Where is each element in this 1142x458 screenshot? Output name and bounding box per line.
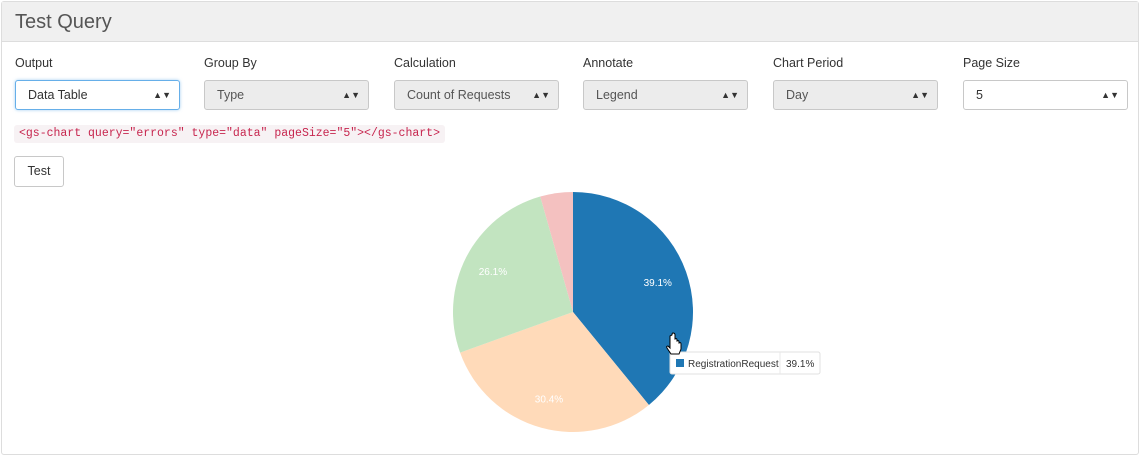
pie-slice-label-1: 30.4% (535, 395, 563, 406)
pie-chart: 39.1% 30.4% 26.1% RegistrationRequest 39.1… (453, 192, 821, 433)
tooltip-series-name: RegistrationRequest (688, 359, 779, 370)
tooltip-swatch (676, 359, 684, 367)
pie-slice-label-2: 26.1% (479, 267, 507, 278)
pie-slice-label-0: 39.1% (644, 278, 672, 289)
chart-tooltip: RegistrationRequest 39.1% (669, 351, 821, 375)
tooltip-value: 39.1% (786, 359, 814, 370)
